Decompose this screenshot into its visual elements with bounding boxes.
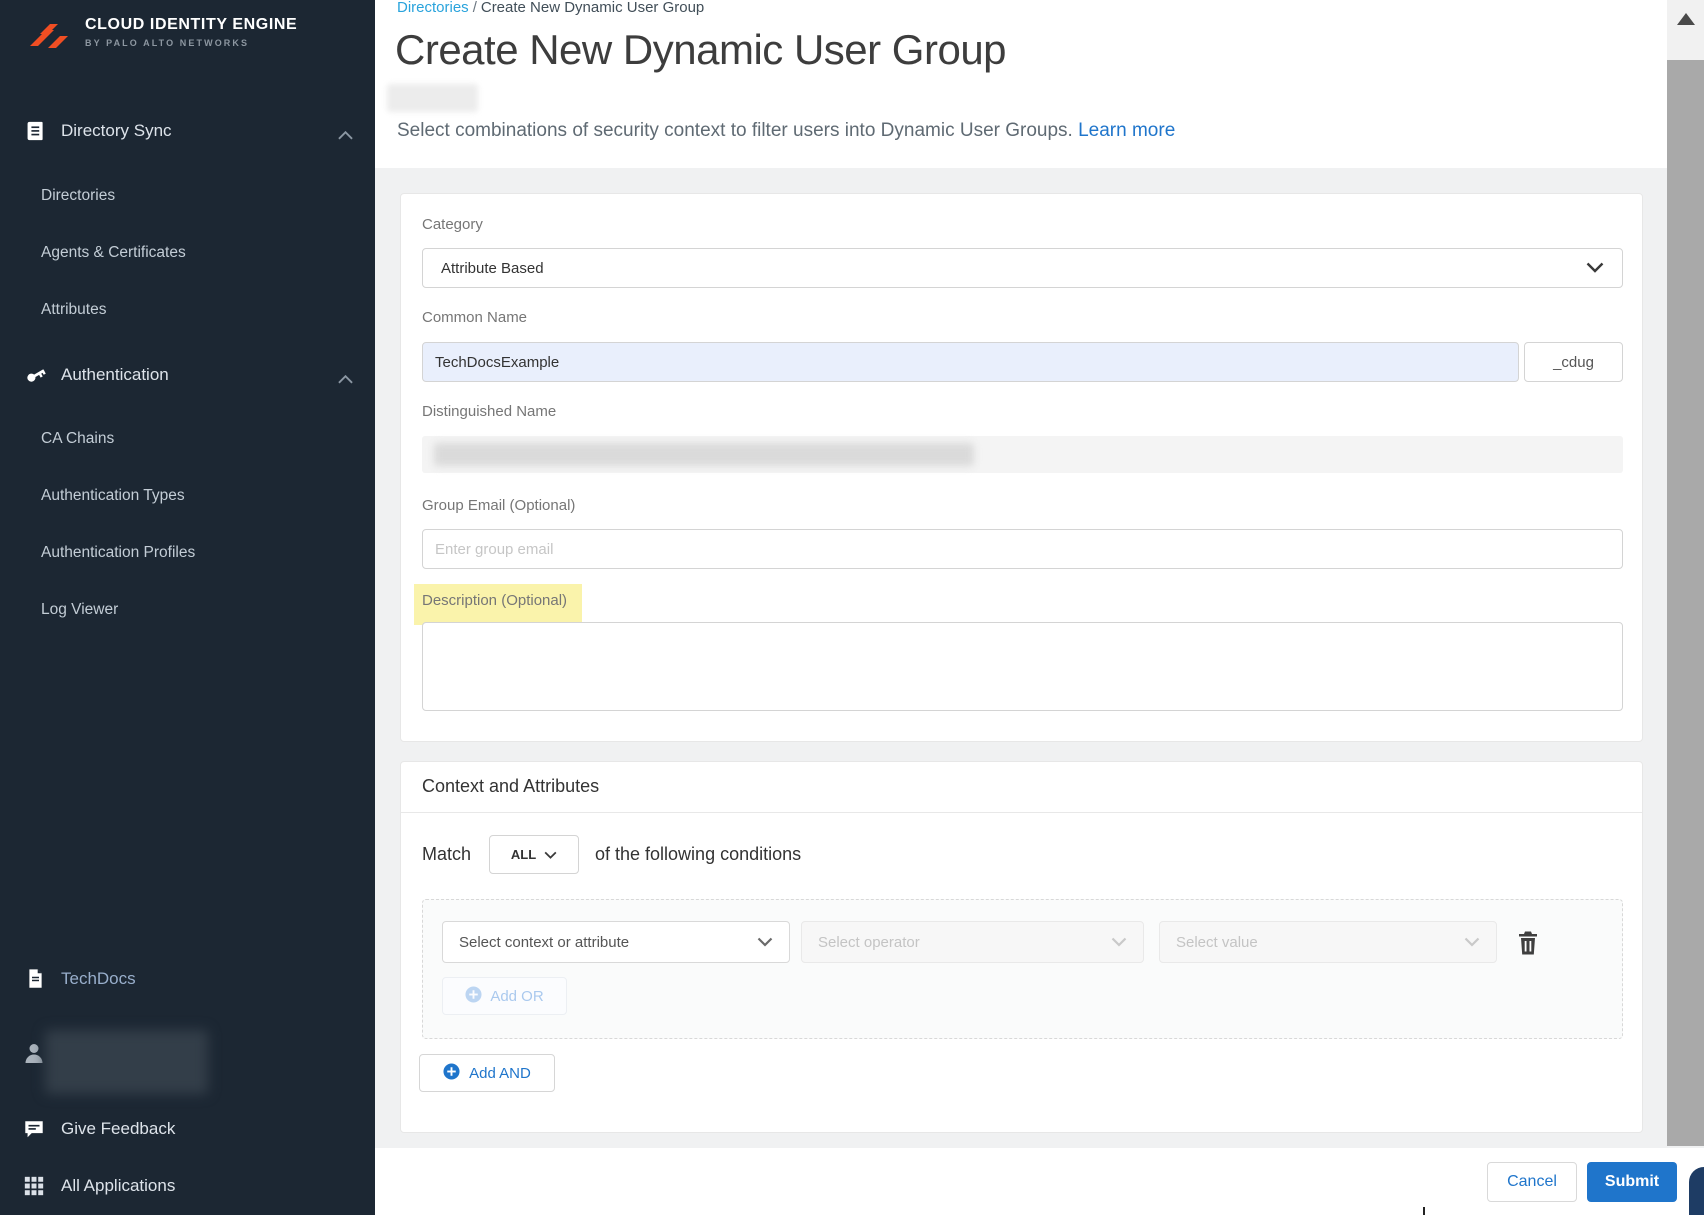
sidebar-item-authentication-profiles[interactable]: Authentication Profiles xyxy=(0,533,375,573)
sidebar-group-label: Authentication xyxy=(61,365,169,385)
match-value: ALL xyxy=(511,847,536,862)
description-textarea[interactable] xyxy=(422,622,1623,711)
sidebar-item-label: Attributes xyxy=(41,301,106,319)
common-name-label: Common Name xyxy=(422,309,527,326)
category-value: Attribute Based xyxy=(441,260,544,277)
breadcrumb-directories-link[interactable]: Directories xyxy=(397,0,469,16)
chevron-down-icon xyxy=(1586,260,1604,277)
cursor-artifact xyxy=(1423,1207,1425,1215)
match-prefix-text: Match xyxy=(422,844,471,865)
match-suffix-text: of the following conditions xyxy=(595,844,801,865)
sidebar-item-agents-certificates[interactable]: Agents & Certificates xyxy=(0,233,375,273)
cancel-button[interactable]: Cancel xyxy=(1487,1162,1577,1202)
sidebar-item-techdocs[interactable]: TechDocs xyxy=(0,959,375,999)
sidebar: CLOUD IDENTITY ENGINE BY PALO ALTO NETWO… xyxy=(0,0,375,1215)
context-attribute-placeholder: Select context or attribute xyxy=(459,934,629,951)
chevron-down-icon xyxy=(544,847,557,862)
sidebar-item-label: Give Feedback xyxy=(61,1119,175,1139)
scrollbar-thumb[interactable] xyxy=(1667,60,1704,1146)
section-divider xyxy=(401,812,1642,813)
apps-grid-icon xyxy=(23,1175,45,1197)
sidebar-item-label: Authentication Types xyxy=(41,487,185,505)
footer-bar: Cancel Submit xyxy=(375,1148,1704,1215)
group-details-panel: Category Attribute Based Common Name _cd… xyxy=(400,193,1643,742)
redacted-blur xyxy=(434,443,974,466)
sidebar-item-label: Log Viewer xyxy=(41,601,118,619)
vertical-scrollbar[interactable] xyxy=(1667,0,1704,1146)
sidebar-item-give-feedback[interactable]: Give Feedback xyxy=(0,1109,375,1149)
sidebar-item-ca-chains[interactable]: CA Chains xyxy=(0,419,375,459)
common-name-suffix: _cdug xyxy=(1524,342,1623,382)
document-icon xyxy=(25,968,47,990)
logo-subtitle: BY PALO ALTO NETWORKS xyxy=(85,38,297,48)
group-email-input[interactable] xyxy=(422,529,1623,569)
user-icon xyxy=(22,1041,46,1065)
add-and-button[interactable]: Add AND xyxy=(419,1054,555,1092)
sidebar-item-directories[interactable]: Directories xyxy=(0,176,375,216)
chevron-down-icon xyxy=(757,934,773,951)
palo-alto-logo-icon xyxy=(27,16,75,61)
description-label: Description (Optional) xyxy=(422,592,567,609)
breadcrumb-separator: / xyxy=(469,0,481,16)
delete-condition-button[interactable] xyxy=(1516,930,1540,956)
category-label: Category xyxy=(422,216,483,233)
address-book-icon xyxy=(25,120,47,142)
sidebar-item-label: Agents & Certificates xyxy=(41,244,186,262)
distinguished-name-label: Distinguished Name xyxy=(422,403,556,420)
sidebar-group-authentication[interactable]: Authentication xyxy=(0,355,375,395)
context-attribute-select[interactable]: Select context or attribute xyxy=(442,921,790,963)
add-or-label: Add OR xyxy=(490,988,543,1005)
context-attributes-panel: Context and Attributes Match ALL of the … xyxy=(400,761,1643,1133)
value-select: Select value xyxy=(1159,921,1497,963)
distinguished-name-readonly-field xyxy=(422,436,1623,473)
chevron-down-icon xyxy=(1111,934,1127,951)
common-name-input[interactable] xyxy=(422,342,1519,382)
plus-circle-icon xyxy=(443,1063,460,1084)
plus-circle-icon xyxy=(465,986,482,1007)
redacted-blur xyxy=(387,84,478,112)
page-subtitle: Select combinations of security context … xyxy=(397,120,1175,142)
add-or-button: Add OR xyxy=(442,977,567,1015)
sidebar-group-label: Directory Sync xyxy=(61,121,172,141)
group-email-label: Group Email (Optional) xyxy=(422,497,575,514)
category-select[interactable]: Attribute Based xyxy=(422,248,1623,288)
sidebar-item-label: TechDocs xyxy=(61,969,136,989)
submit-button[interactable]: Submit xyxy=(1587,1162,1677,1202)
value-placeholder: Select value xyxy=(1176,934,1258,951)
condition-group: Select context or attribute Select opera… xyxy=(422,899,1623,1039)
content-background: Category Attribute Based Common Name _cd… xyxy=(375,168,1704,1215)
operator-placeholder: Select operator xyxy=(818,934,920,951)
chevron-down-icon xyxy=(1464,934,1480,951)
sidebar-item-label: All Applications xyxy=(61,1176,175,1196)
sidebar-item-all-applications[interactable]: All Applications xyxy=(0,1166,375,1206)
logo-title: CLOUD IDENTITY ENGINE xyxy=(85,16,297,34)
sidebar-item-label: Authentication Profiles xyxy=(41,544,195,562)
feedback-bubble-icon xyxy=(23,1118,45,1140)
sidebar-item-attributes[interactable]: Attributes xyxy=(0,290,375,330)
scrollbar-up-arrow-icon[interactable] xyxy=(1677,13,1695,25)
section-title: Context and Attributes xyxy=(422,776,599,797)
chevron-up-icon xyxy=(338,371,353,380)
app-logo: CLOUD IDENTITY ENGINE BY PALO ALTO NETWO… xyxy=(27,16,297,61)
sidebar-item-label: CA Chains xyxy=(41,430,114,448)
learn-more-link[interactable]: Learn more xyxy=(1078,120,1175,141)
corner-widget-partial xyxy=(1689,1167,1704,1215)
page-title: Create New Dynamic User Group xyxy=(395,26,1006,74)
sidebar-item-label: Directories xyxy=(41,187,115,205)
add-and-label: Add AND xyxy=(469,1065,531,1082)
sidebar-group-directory-sync[interactable]: Directory Sync xyxy=(0,111,375,151)
main-area: Directories/Create New Dynamic User Grou… xyxy=(375,0,1704,1215)
subtitle-text: Select combinations of security context … xyxy=(397,120,1073,141)
user-name-redacted xyxy=(45,1030,208,1094)
key-icon xyxy=(25,364,47,386)
operator-select: Select operator xyxy=(801,921,1144,963)
breadcrumb: Directories/Create New Dynamic User Grou… xyxy=(397,0,704,16)
chevron-up-icon xyxy=(338,127,353,136)
sidebar-item-authentication-types[interactable]: Authentication Types xyxy=(0,476,375,516)
breadcrumb-current: Create New Dynamic User Group xyxy=(481,0,704,16)
match-all-select[interactable]: ALL xyxy=(489,835,579,874)
sidebar-item-log-viewer[interactable]: Log Viewer xyxy=(0,590,375,630)
